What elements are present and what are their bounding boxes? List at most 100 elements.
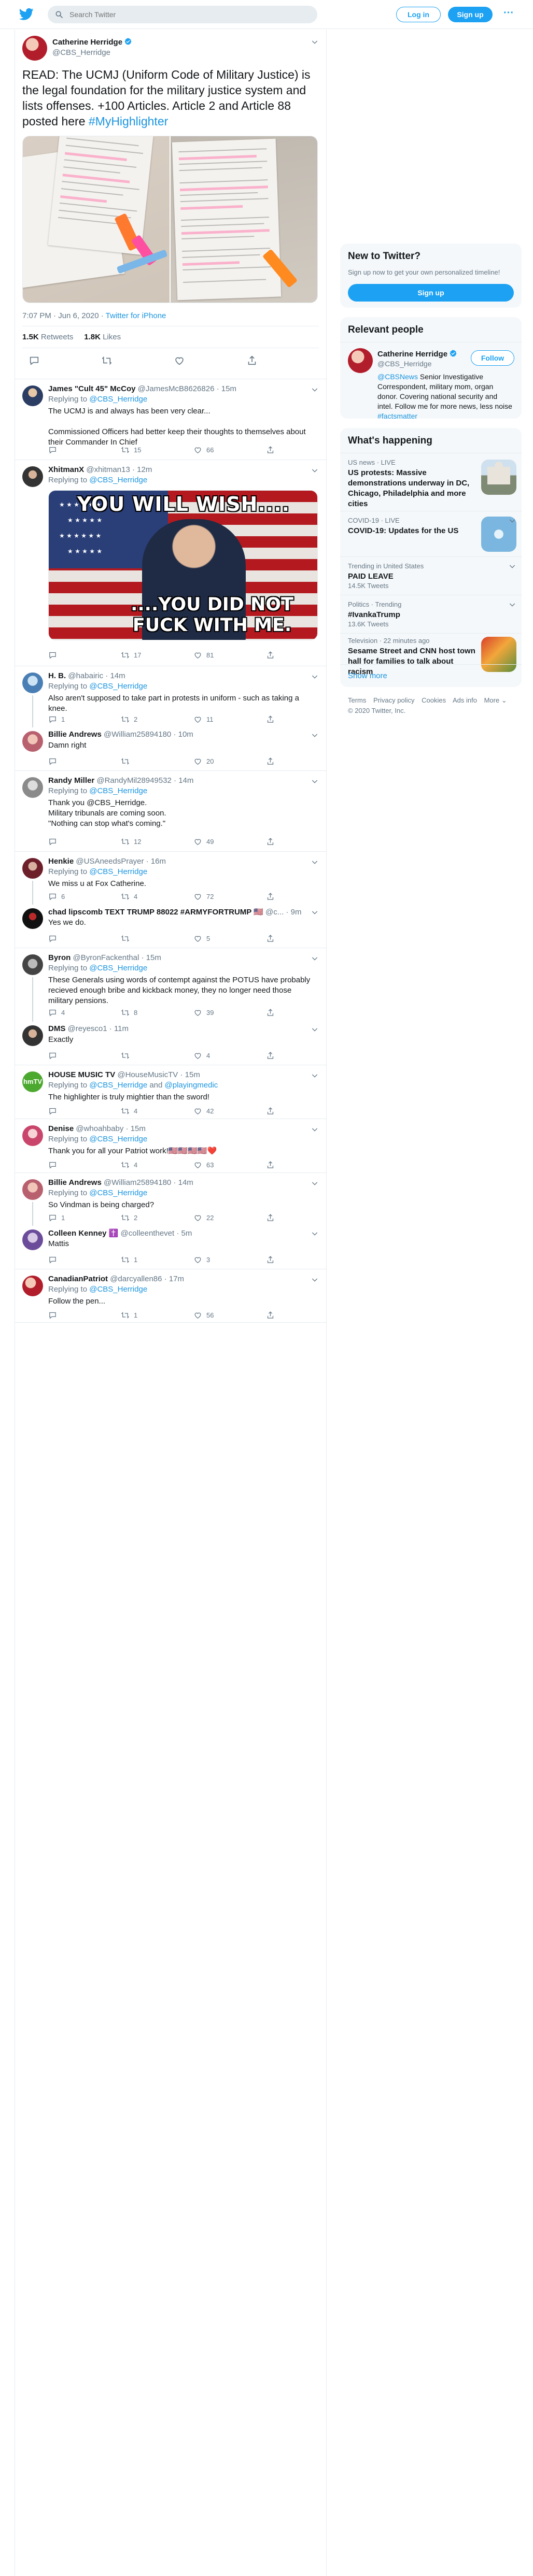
reply-time[interactable]: 15m (146, 953, 161, 962)
trend-item[interactable]: Television · 22 minutes ago Sesame Stree… (340, 633, 522, 676)
reply-handle[interactable]: @xhitman13 (86, 465, 130, 474)
heart-icon[interactable]: 11 (193, 715, 214, 724)
sidebar-signup-button[interactable]: Sign up (348, 284, 514, 302)
reply-time[interactable]: 14m (178, 776, 193, 785)
retweet-icon[interactable]: 12 (121, 837, 141, 846)
retweet-icon[interactable] (101, 355, 113, 366)
reply-tweet[interactable]: James "Cult 45" McCoy @JamesMcB8626826 ·… (15, 379, 326, 460)
reply-tweet[interactable]: Colleen Kenney ✝️ @colleenthevet · 5m Ma… (15, 1225, 326, 1269)
reply-tweet[interactable]: Billie Andrews @William25894180 · 14m Re… (15, 1172, 326, 1226)
reply-icon[interactable] (48, 934, 61, 943)
share-icon[interactable] (266, 715, 275, 724)
heart-icon[interactable]: 22 (193, 1213, 214, 1222)
reply-handle[interactable]: @ByronFackenthal (73, 953, 139, 962)
reply-tweet[interactable]: XhitmanX @xhitman13 · 12m Replying to @C… (15, 460, 326, 666)
reply-tweet[interactable]: DMS @reyesco1 · 11m Exactly 4 (15, 1021, 326, 1065)
document-photo-left[interactable] (23, 136, 170, 303)
reply-author[interactable]: Billie Andrews (48, 1178, 102, 1187)
heart-icon[interactable]: 4 (193, 1051, 210, 1060)
retweet-icon[interactable] (121, 757, 134, 766)
avatar[interactable] (22, 36, 47, 61)
share-icon[interactable] (266, 892, 275, 901)
twitter-bird-icon[interactable] (19, 7, 34, 21)
reply-author[interactable]: HOUSE MUSIC TV (48, 1070, 115, 1079)
reply-icon[interactable]: 4 (48, 1008, 65, 1017)
reply-author[interactable]: H. B. (48, 671, 66, 680)
reply-time[interactable]: 17m (169, 1275, 184, 1283)
person-name[interactable]: Catherine Herridge (377, 350, 447, 359)
chevron-down-icon[interactable] (311, 731, 319, 739)
share-icon[interactable] (266, 837, 275, 846)
avatar[interactable] (22, 672, 43, 693)
reply-author[interactable]: Colleen Kenney ✝️ (48, 1229, 118, 1238)
reply-handle[interactable]: @reyesco1 (68, 1024, 107, 1033)
avatar[interactable] (22, 1025, 43, 1046)
avatar[interactable] (22, 954, 43, 975)
chevron-down-icon[interactable] (311, 1125, 319, 1134)
search-bar[interactable] (48, 6, 317, 23)
trend-item[interactable]: Politics · Trending #IvankaTrump 13.6K T… (340, 595, 522, 633)
avatar[interactable] (22, 858, 43, 879)
avatar[interactable]: hmTV (22, 1071, 43, 1092)
retweet-icon[interactable] (121, 934, 134, 943)
share-icon[interactable] (266, 1255, 275, 1264)
retweet-icon[interactable]: 4 (121, 1161, 137, 1169)
reply-author[interactable]: DMS (48, 1024, 65, 1033)
reply-handle[interactable]: @HouseMusicTV (117, 1070, 178, 1079)
reply-icon[interactable] (48, 651, 61, 660)
trend-item[interactable]: US news · LIVE US protests: Massive demo… (340, 453, 522, 511)
retweet-icon[interactable]: 4 (121, 892, 137, 901)
reply-handle[interactable]: @JamesMcB8626826 (138, 384, 215, 393)
reply-time[interactable]: 14m (110, 671, 125, 680)
chevron-down-icon[interactable] (508, 562, 516, 570)
signup-button[interactable]: Sign up (448, 7, 493, 22)
follow-button[interactable]: Follow (471, 350, 514, 366)
footer-link[interactable]: Terms (348, 696, 366, 704)
show-more-link[interactable]: Show more (340, 664, 522, 687)
reply-icon[interactable] (48, 1161, 61, 1169)
reply-icon[interactable] (48, 1255, 61, 1264)
reply-tweet[interactable]: Henkie @USAneedsPrayer · 16m Replying to… (15, 851, 326, 905)
reply-tweet[interactable]: Randy Miller @RandyMil28949532 · 14m Rep… (15, 770, 326, 851)
retweet-icon[interactable]: 1 (121, 1311, 137, 1320)
author-handle[interactable]: @CBS_Herridge (52, 48, 110, 57)
share-icon[interactable] (266, 1051, 275, 1060)
avatar[interactable] (22, 1276, 43, 1296)
reply-time[interactable]: 12m (137, 465, 152, 474)
retweet-icon[interactable]: 2 (121, 715, 137, 724)
heart-icon[interactable]: 3 (193, 1255, 210, 1264)
person-handle[interactable]: @CBS_Herridge (377, 360, 431, 368)
search-input[interactable] (69, 10, 298, 19)
document-photo-right[interactable] (171, 136, 317, 303)
heart-icon[interactable]: 49 (193, 837, 214, 846)
share-icon[interactable] (266, 1107, 275, 1115)
reply-handle[interactable]: @whoahbaby (76, 1124, 123, 1133)
reply-time[interactable]: 14m (178, 1178, 193, 1187)
reply-icon[interactable]: 1 (48, 1213, 65, 1222)
reply-time[interactable]: 5m (181, 1229, 192, 1238)
reply-author[interactable]: Henkie (48, 857, 74, 866)
heart-icon[interactable]: 56 (193, 1311, 214, 1320)
more-icon[interactable]: ··· (501, 7, 516, 22)
avatar[interactable] (22, 908, 43, 929)
retweet-icon[interactable] (121, 1051, 134, 1060)
reply-handle[interactable]: @c... (265, 908, 284, 917)
reply-handle[interactable]: @William25894180 (104, 730, 171, 739)
reply-tweet[interactable]: chad lipscomb TEXT TRUMP 88022 #ARMYFORT… (15, 904, 326, 948)
chevron-down-icon[interactable] (311, 385, 319, 394)
avatar[interactable] (22, 777, 43, 798)
chevron-down-icon[interactable] (311, 1276, 319, 1284)
heart-icon[interactable]: 63 (193, 1161, 214, 1169)
heart-icon[interactable]: 5 (193, 934, 210, 943)
share-icon[interactable] (266, 1311, 275, 1320)
heart-icon[interactable]: 81 (193, 651, 214, 660)
chevron-down-icon[interactable] (311, 1179, 319, 1187)
reply-author[interactable]: CanadianPatriot (48, 1275, 108, 1283)
reply-time[interactable]: 15m (221, 384, 236, 393)
share-icon[interactable] (266, 757, 275, 766)
chevron-down-icon[interactable] (311, 954, 319, 963)
reply-icon[interactable]: 6 (48, 892, 65, 901)
heart-icon[interactable]: 72 (193, 892, 214, 901)
avatar[interactable] (22, 731, 43, 752)
reply-icon[interactable] (48, 446, 61, 454)
